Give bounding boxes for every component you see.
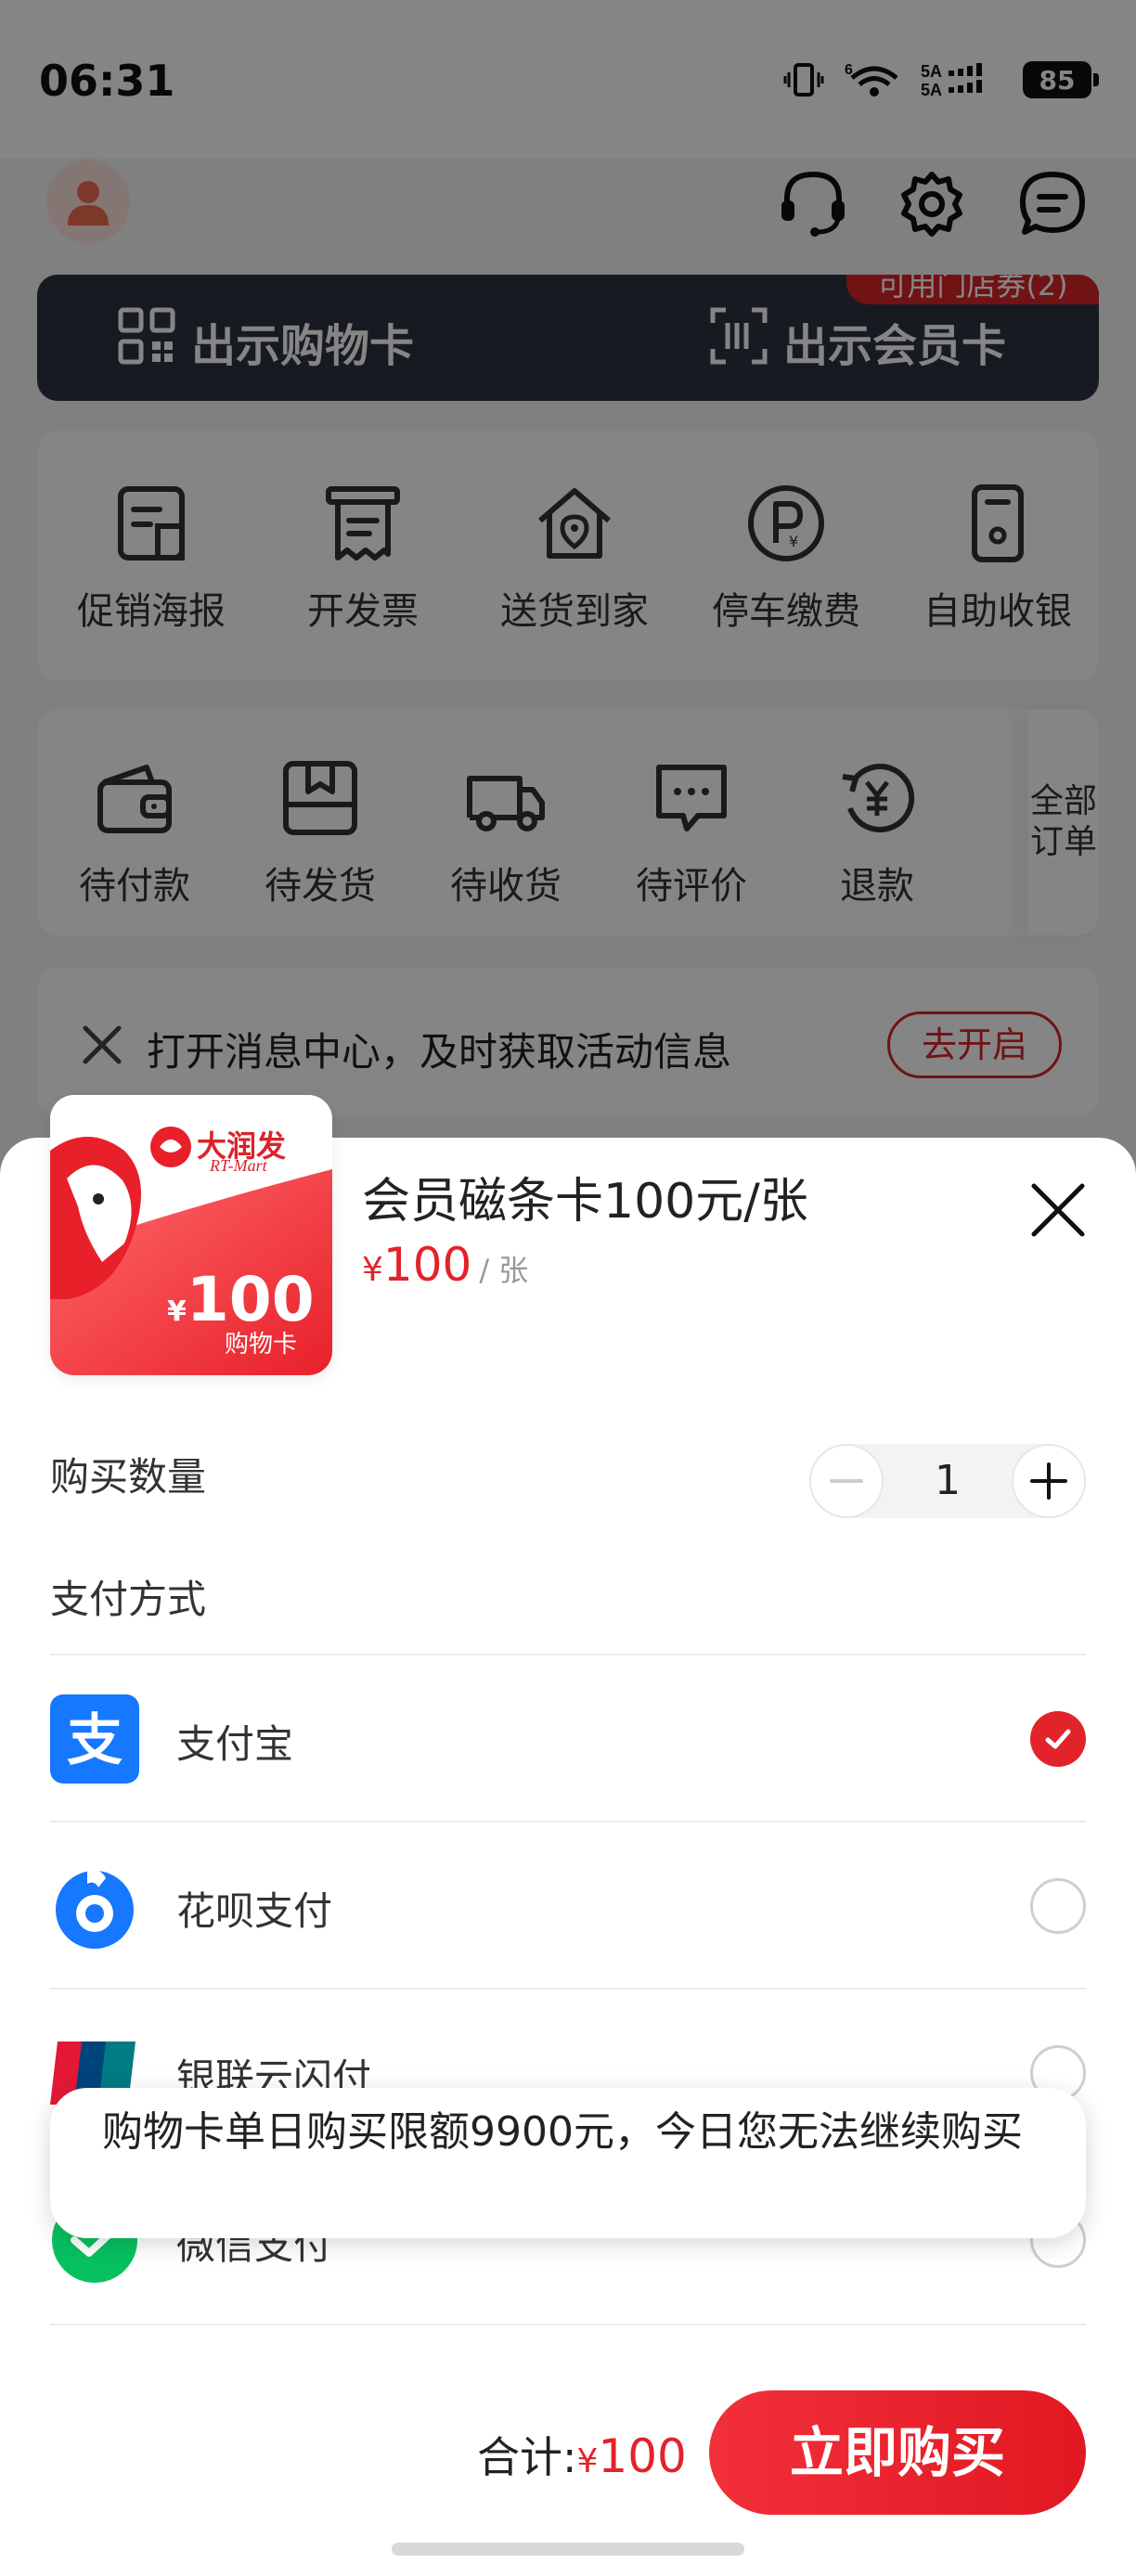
home-indicator[interactable] [392, 2543, 744, 2556]
payment-option-alipay[interactable]: 支 支付宝 [50, 1654, 1086, 1821]
decrease-button[interactable] [809, 1444, 884, 1518]
purchase-limit-toast: 购物卡单日购买限额9900元，今日您无法继续购买 [50, 2088, 1086, 2238]
check-icon [1045, 1729, 1071, 1749]
increase-button[interactable] [1012, 1444, 1086, 1518]
product-unit: / 张 [479, 1253, 529, 1288]
product-title: 会员磁条卡100元/张 [362, 1174, 808, 1230]
svg-text:支: 支 [67, 1708, 123, 1773]
quantity-stepper: 1 [809, 1444, 1086, 1518]
huabei-icon [50, 1861, 139, 1951]
close-icon [1031, 1183, 1085, 1237]
plus-icon [1030, 1462, 1067, 1500]
buy-now-button[interactable]: 立即购买 [709, 2390, 1086, 2515]
payment-option-huabei[interactable]: 花呗支付 [50, 1821, 1086, 1988]
brand-sub-text: RT-Mart [210, 1156, 267, 1175]
shopping-card-image: 大润发 RT-Mart ¥100 购物卡 [50, 1095, 332, 1375]
product-price: ¥100/ 张 [362, 1238, 529, 1292]
alipay-icon: 支 [50, 1694, 139, 1784]
close-sheet-button[interactable] [1026, 1179, 1090, 1242]
divider [50, 2324, 1086, 2325]
payment-method-label: 支付方式 [50, 1577, 207, 1622]
quantity-value[interactable]: 1 [884, 1444, 1012, 1518]
payment-name: 支付宝 [176, 1721, 294, 1767]
radio-unselected[interactable] [1030, 1878, 1086, 1934]
quantity-label: 购买数量 [50, 1454, 207, 1500]
card-caption: 购物卡 [225, 1331, 298, 1359]
minus-icon [830, 1479, 863, 1483]
radio-selected[interactable] [1030, 1711, 1086, 1767]
payment-name: 花呗支付 [176, 1888, 333, 1934]
order-total: 合计:¥100 [477, 2429, 687, 2483]
